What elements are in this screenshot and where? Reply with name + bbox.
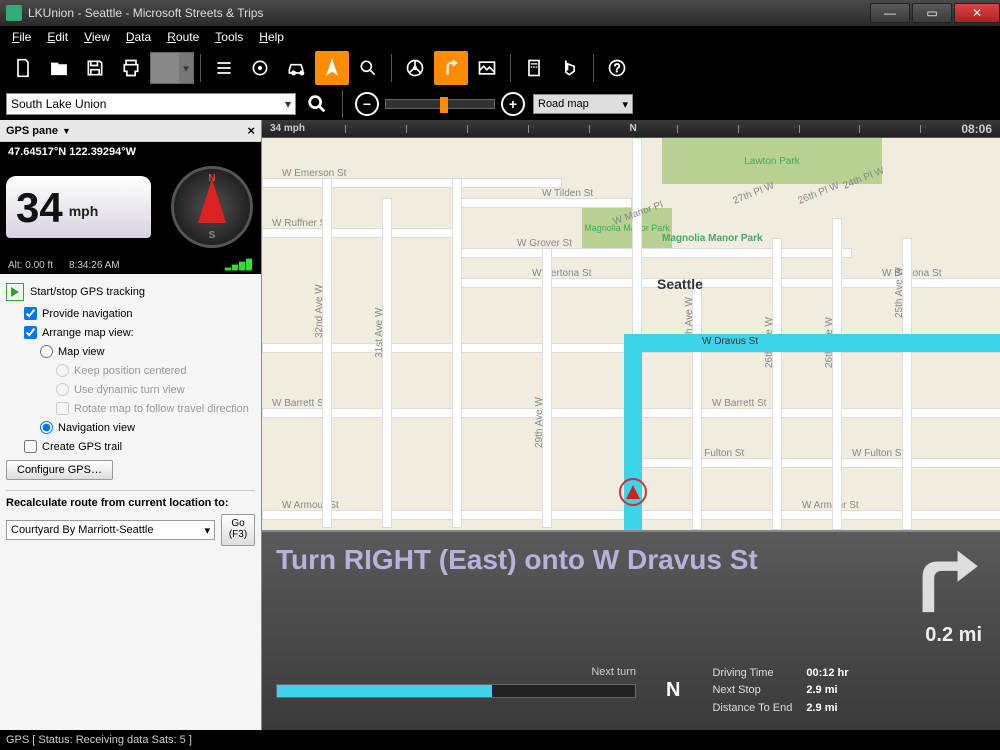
nav-instruction: Turn RIGHT (East) onto W Dravus St [276, 544, 876, 576]
route-segment [624, 334, 1000, 352]
search-input[interactable]: South Lake Union▾ [6, 93, 296, 115]
navigation-view-radio[interactable] [40, 421, 53, 434]
nav-stats: Driving Time00:12 hr Next Stop2.9 mi Dis… [710, 664, 850, 718]
steering-button[interactable] [398, 51, 432, 85]
style-dropdown[interactable]: ▾ [150, 52, 194, 84]
status-bar: GPS [ Status: Receiving data Sats: 5 ] [0, 730, 1000, 750]
map-view-radio[interactable] [40, 345, 53, 358]
progress-bar [276, 684, 636, 698]
provide-navigation-checkbox[interactable] [24, 307, 37, 320]
zoom-slider[interactable] [385, 99, 495, 109]
zoom-in-button[interactable]: + [501, 92, 525, 116]
recalc-label: Recalculate route from current location … [6, 497, 255, 510]
compass-icon: NS [171, 166, 253, 248]
target-button[interactable] [243, 51, 277, 85]
list-button[interactable] [207, 51, 241, 85]
navigation-panel: Turn RIGHT (East) onto W Dravus St 0.2 m… [262, 530, 1000, 730]
rotate-map-checkbox [56, 402, 69, 415]
title-bar: LKUnion - Seattle - Microsoft Streets & … [0, 0, 1000, 26]
search-icon[interactable] [304, 91, 330, 117]
dynamic-turn-radio [56, 383, 69, 396]
menu-route[interactable]: Route [159, 30, 207, 44]
altitude-row: Alt: 0.00 ft8:34:26 AM▂▄▆█ [0, 257, 261, 274]
open-button[interactable] [42, 51, 76, 85]
start-stop-tracking[interactable]: Start/stop GPS tracking [6, 280, 255, 304]
play-icon [6, 283, 24, 301]
recalc-destination-dropdown[interactable]: Courtyard By Marriott-Seattle▾ [6, 520, 215, 540]
window-title: LKUnion - Seattle - Microsoft Streets & … [28, 6, 868, 20]
maximize-button[interactable]: ▭ [912, 3, 952, 23]
toolbar: ▾ ? [0, 48, 1000, 88]
bing-button[interactable] [553, 51, 587, 85]
gps-pane-header: GPS pane▼ × [0, 120, 261, 142]
turn-right-icon [902, 546, 982, 616]
map-ruler: 34 mph N 08:06 [262, 120, 1000, 138]
speed-panel: 34 mph NS [0, 162, 261, 257]
menu-file[interactable]: File [4, 30, 39, 44]
keep-centered-radio [56, 364, 69, 377]
map-canvas[interactable]: Lawton Park Magnolia Manor Park Magnolia… [262, 138, 1000, 530]
svg-text:?: ? [614, 62, 621, 75]
help-button[interactable]: ? [600, 51, 634, 85]
menu-bar: File Edit View Data Route Tools Help [0, 26, 1000, 48]
menu-tools[interactable]: Tools [207, 30, 251, 44]
turn-button[interactable] [434, 51, 468, 85]
heading-indicator: N [666, 679, 680, 702]
navigation-button[interactable] [315, 51, 349, 85]
menu-view[interactable]: View [76, 30, 118, 44]
close-pane-button[interactable]: × [247, 123, 255, 138]
nav-distance: 0.2 mi [925, 624, 982, 647]
new-button[interactable] [6, 51, 40, 85]
zoom-controls: − + [355, 92, 525, 116]
park-lawton: Lawton Park [662, 138, 882, 184]
speed-display: 34 mph [6, 176, 151, 238]
menu-edit[interactable]: Edit [39, 30, 76, 44]
gps-pane: GPS pane▼ × 47.64517°N 122.39294°W 34 mp… [0, 120, 262, 730]
map-area: 34 mph N 08:06 Lawton Park Magnolia Mano… [262, 120, 1000, 730]
go-button[interactable]: Go(F3) [221, 514, 255, 546]
search-row: South Lake Union▾ − + Road map▾ [0, 88, 1000, 120]
gps-trail-checkbox[interactable] [24, 440, 37, 453]
close-button[interactable]: ✕ [954, 3, 1000, 23]
image-button[interactable] [470, 51, 504, 85]
app-icon [6, 5, 22, 21]
print-button[interactable] [114, 51, 148, 85]
calculator-button[interactable] [517, 51, 551, 85]
zoom-out-button[interactable]: − [355, 92, 379, 116]
save-button[interactable] [78, 51, 112, 85]
next-turn-label: Next turn [591, 666, 636, 678]
map-type-dropdown[interactable]: Road map▾ [533, 94, 633, 114]
vehicle-marker [619, 478, 647, 506]
menu-data[interactable]: Data [118, 30, 159, 44]
city-label: Seattle [657, 276, 703, 292]
gps-coordinates: 47.64517°N 122.39294°W [0, 142, 261, 162]
configure-gps-button[interactable]: Configure GPS… [6, 460, 113, 480]
minimize-button[interactable]: — [870, 3, 910, 23]
car-button[interactable] [279, 51, 313, 85]
menu-help[interactable]: Help [251, 30, 292, 44]
arrange-map-checkbox[interactable] [24, 326, 37, 339]
search-map-button[interactable] [351, 51, 385, 85]
